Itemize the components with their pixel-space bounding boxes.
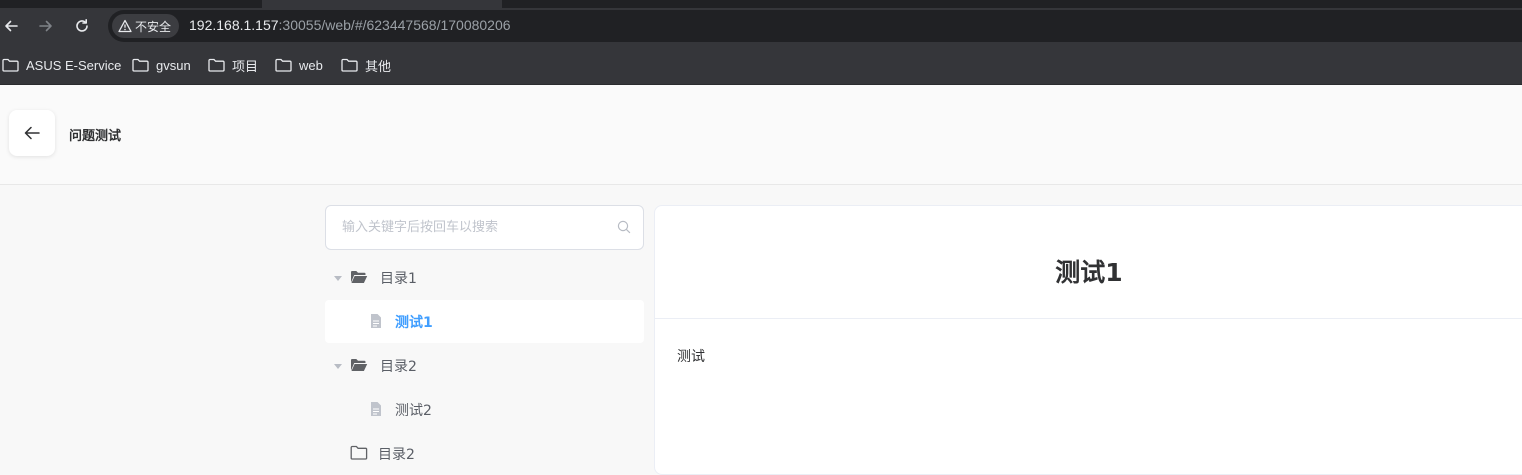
reload-icon [76, 19, 88, 32]
tree-node-label: 目录1 [380, 270, 417, 287]
security-chip[interactable]: 不安全 [112, 14, 180, 38]
bookmark-label: 项目 [232, 58, 259, 74]
browser-toolbar: 不安全 192.168.1.157:30055/web/#/623447568/… [0, 8, 1522, 44]
page-title: 问题测试 [69, 129, 122, 144]
warning-icon [118, 19, 132, 33]
bookmark-label: gvsun [156, 57, 191, 73]
bookmark-gvsun[interactable]: gvsun [132, 56, 191, 74]
document-body: 测试 [677, 349, 705, 365]
tree-node-label: 测试1 [395, 314, 433, 331]
folder-icon [350, 445, 368, 460]
bookmarks-bar: ASUS E-Service gvsun 项目 web 其他 [0, 44, 1522, 85]
folder-icon [208, 58, 225, 72]
bookmark-other[interactable]: 其他 [341, 56, 391, 74]
arrow-left-icon [24, 126, 40, 140]
search-box [325, 205, 644, 250]
caret-down-icon[interactable] [333, 273, 343, 283]
search-input[interactable] [327, 207, 607, 248]
browser-reload-button[interactable] [71, 15, 93, 37]
document-panel: 测试1 测试 [654, 205, 1522, 475]
bookmark-label: web [299, 57, 323, 73]
search-icon[interactable] [617, 220, 631, 234]
bookmark-asus[interactable]: ASUS E-Service [2, 56, 121, 74]
folder-icon [132, 58, 149, 72]
bookmark-label: 其他 [365, 58, 392, 74]
browser-back-button[interactable] [0, 15, 22, 37]
caret-down-icon[interactable] [333, 361, 343, 371]
divider [655, 318, 1522, 319]
tree-node-label: 目录2 [378, 446, 415, 463]
document-title: 测试1 [1055, 258, 1123, 287]
bookmark-projects[interactable]: 项目 [208, 56, 258, 74]
arrow-left-icon [5, 20, 18, 32]
tree-node-folder[interactable]: 目录2 [325, 432, 644, 475]
back-button[interactable] [9, 110, 55, 156]
url-text[interactable]: 192.168.1.157:30055/web/#/623447568/1700… [189, 17, 511, 33]
folder-icon [275, 58, 292, 72]
document-icon [371, 402, 381, 416]
tree-node-document-selected[interactable]: 测试1 [325, 300, 644, 343]
url-path: :30055/web/#/623447568/170080206 [278, 17, 511, 33]
browser-forward-button[interactable] [35, 15, 57, 37]
security-label: 不安全 [135, 19, 172, 34]
tree-node-folder[interactable]: 目录2 [325, 344, 644, 387]
tree-node-label: 目录2 [380, 358, 417, 375]
arrow-right-icon [39, 20, 52, 32]
address-bar[interactable]: 不安全 192.168.1.157:30055/web/#/623447568/… [108, 10, 1522, 42]
document-icon [371, 314, 381, 328]
folder-icon [341, 58, 358, 72]
browser-active-tab[interactable] [262, 0, 502, 8]
folder-icon [2, 58, 19, 72]
bookmark-web[interactable]: web [275, 56, 323, 74]
tree-node-label: 测试2 [395, 402, 432, 419]
bookmark-label: ASUS E-Service [26, 57, 122, 73]
app-header: 问题测试 [0, 85, 1522, 185]
tree-node-document[interactable]: 测试2 [325, 388, 644, 431]
url-host: 192.168.1.157 [189, 17, 279, 33]
tree-node-folder[interactable]: 目录1 [325, 256, 644, 299]
folder-open-icon [351, 359, 368, 371]
folder-open-icon [351, 271, 368, 283]
browser-tabstrip [0, 0, 1522, 8]
